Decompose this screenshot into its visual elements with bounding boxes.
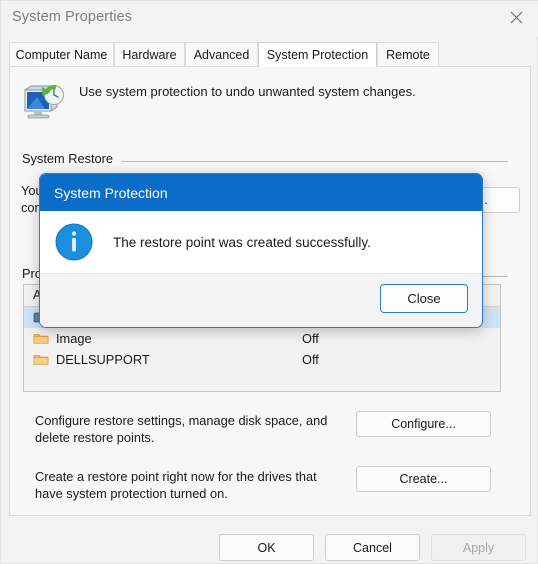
table-row[interactable]: DELLSUPPORT Off	[24, 349, 500, 370]
system-protection-dialog: System Protection The restore point was …	[39, 173, 483, 328]
close-icon[interactable]	[493, 1, 538, 34]
dialog-body: The restore point was created successful…	[40, 211, 482, 274]
info-icon	[55, 223, 93, 261]
ok-button[interactable]: OK	[219, 534, 314, 561]
tab-hardware[interactable]: Hardware	[114, 42, 185, 66]
system-protection-icon	[21, 81, 65, 123]
drive-protection-state: Off	[302, 331, 319, 346]
header-description: Use system protection to undo unwanted s…	[79, 84, 416, 99]
cancel-button[interactable]: Cancel	[325, 534, 420, 561]
drive-name: DELLSUPPORT	[56, 352, 150, 367]
folder-icon	[33, 353, 49, 366]
drive-protection-state: Off	[302, 352, 319, 367]
configure-button[interactable]: Configure...	[356, 411, 491, 437]
dialog-footer: Close	[40, 274, 482, 327]
apply-button: Apply	[431, 534, 526, 561]
tab-strip: Computer Name Hardware Advanced System P…	[9, 42, 531, 67]
create-button[interactable]: Create...	[356, 466, 491, 492]
folder-icon	[33, 332, 49, 345]
group-label-system-restore: System Restore	[22, 151, 119, 166]
system-properties-window: System Properties Computer Name Hardware…	[0, 0, 538, 564]
tab-computer-name[interactable]: Computer Name	[9, 42, 114, 66]
configure-description: Configure restore settings, manage disk …	[35, 413, 328, 445]
create-description: Create a restore point right now for the…	[35, 469, 317, 501]
window-title: System Properties	[12, 9, 133, 25]
tab-advanced[interactable]: Advanced	[185, 42, 258, 66]
group-divider-system-restore	[121, 161, 508, 162]
dialog-title: System Protection	[54, 184, 168, 201]
dialog-close-button[interactable]: Close	[380, 284, 468, 313]
dialog-titlebar: System Protection	[40, 174, 482, 211]
tab-system-protection[interactable]: System Protection	[258, 42, 377, 67]
dialog-message: The restore point was created successful…	[113, 234, 371, 250]
tab-remote[interactable]: Remote	[377, 42, 439, 66]
table-row[interactable]: Image Off	[24, 328, 500, 349]
window-titlebar: System Properties	[1, 1, 538, 37]
drive-name: Image	[56, 331, 92, 346]
